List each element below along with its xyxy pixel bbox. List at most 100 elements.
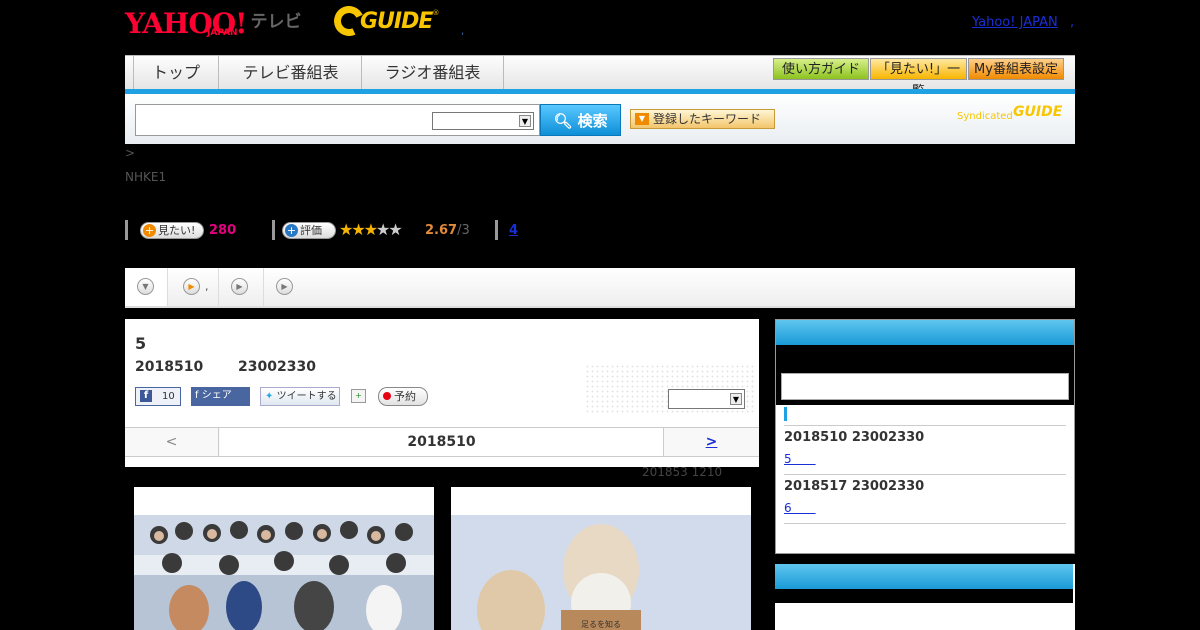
yahoo-japan-link[interactable]: Yahoo! JAPAN xyxy=(972,15,1058,30)
syndicated-gguide-logo: GUIDE xyxy=(1013,104,1063,120)
usage-guide-button[interactable]: 使い方ガイド xyxy=(773,58,869,80)
pager-prev[interactable]: < xyxy=(125,428,219,456)
chevron-down-icon: ▼ xyxy=(730,393,742,405)
header-separator: , xyxy=(461,26,465,37)
reserve-label: 予約 xyxy=(394,390,416,403)
sidebar-item-link[interactable]: 5 xyxy=(784,450,816,467)
chevron-down-icon: ▼ xyxy=(519,115,531,127)
divider xyxy=(125,220,128,240)
sidebar-accent-bar xyxy=(784,407,787,421)
nav-tab-tv-listings[interactable]: テレビ番組表 xyxy=(220,56,362,90)
sidebar-item-date: 2018517 23002330 xyxy=(784,479,925,494)
saved-keywords-button[interactable]: ▼ 登録したキーワード xyxy=(630,109,775,129)
rating-score-max: /3 xyxy=(457,223,470,238)
subtab-2[interactable]: ▶ , xyxy=(169,268,219,306)
calendar-add-icon[interactable]: + xyxy=(351,389,366,403)
program-date: 2018510 xyxy=(135,359,204,375)
gguide-logo[interactable]: GUIDE ® xyxy=(329,1,440,41)
header-comma: , xyxy=(1070,15,1075,30)
subtab-details[interactable]: ▼ xyxy=(125,268,168,306)
star-filled-icon: ★ xyxy=(351,220,365,239)
play-icon: ▶ xyxy=(183,278,200,295)
divider xyxy=(784,425,1066,426)
want-count: 280 xyxy=(209,223,237,238)
facebook-icon: f xyxy=(140,390,152,402)
star-empty-icon: ★ xyxy=(376,220,390,239)
subtab-4[interactable]: ▶ xyxy=(265,268,309,306)
divider xyxy=(784,474,1066,475)
star-filled-icon: ★ xyxy=(363,220,378,239)
rating-stars: ★★★★★ xyxy=(339,220,403,239)
facebook-share-button[interactable]: f シェア xyxy=(191,387,250,406)
twitter-icon: ✦ xyxy=(265,391,274,402)
divider xyxy=(495,220,498,240)
program-time: 23002330 xyxy=(238,359,316,375)
play-icon: ▶ xyxy=(276,278,293,295)
divider xyxy=(272,220,275,240)
my-listings-settings-button[interactable]: My番組表設定 xyxy=(968,58,1064,80)
sidebar-item-date: 2018510 23002330 xyxy=(784,430,925,445)
nav-tab-top[interactable]: トップ xyxy=(133,56,219,90)
review-count-link[interactable]: 4 xyxy=(509,223,518,238)
search-genre-select[interactable]: ▼ xyxy=(432,112,534,130)
star-empty-icon: ★ xyxy=(388,220,402,239)
episode-pager: < 2018510 > xyxy=(125,427,759,457)
pager-next[interactable]: > xyxy=(663,428,759,456)
facebook-icon: f xyxy=(195,390,202,401)
divider xyxy=(784,523,1066,524)
want-button[interactable]: + 見たい! xyxy=(140,222,204,239)
japan-logo-text: JAPAN xyxy=(207,28,238,38)
facebook-like-count: 10 xyxy=(162,391,175,402)
rate-button-label: 評価 xyxy=(300,224,322,237)
program-photo-1[interactable] xyxy=(134,487,434,630)
play-icon: ▶ xyxy=(231,278,248,295)
subtab-3[interactable]: ▶ xyxy=(220,268,264,306)
search-button-label: 検索 xyxy=(577,112,608,130)
pager-current-date: 2018510 xyxy=(220,428,663,456)
tweet-label: ツイートする xyxy=(276,391,337,402)
related-episodes-panel: 2018510 23002330 5 2018517 23002330 6 xyxy=(775,319,1075,554)
yahoo-japan-logo[interactable]: YAHOO! JAPAN テレビ xyxy=(125,4,301,44)
program-title: 5 xyxy=(135,334,147,353)
saved-keywords-label: 登録したキーワード xyxy=(653,112,762,126)
record-icon xyxy=(383,392,391,400)
search-button[interactable]: 🔍︎ 検索 xyxy=(540,104,621,136)
gguide-logo-text: GUIDE xyxy=(360,8,433,34)
tweet-button[interactable]: ✦ ツイートする xyxy=(260,387,340,406)
subtab-2-label: , xyxy=(205,280,209,293)
sidebar-dark-band xyxy=(775,589,1073,603)
facebook-like-button[interactable]: f 10 xyxy=(135,387,181,406)
breadcrumb[interactable]: > xyxy=(125,146,135,160)
sidebar-search-input[interactable] xyxy=(781,373,1069,400)
photo-sign-text: 足るを知る xyxy=(581,619,621,629)
tv-logo-text: テレビ xyxy=(250,11,302,32)
facebook-share-label: シェア xyxy=(201,390,232,401)
want-button-label: 見たい! xyxy=(158,224,196,237)
rating-score-value: 2.67 xyxy=(425,223,458,238)
want-list-button[interactable]: 「見たい!」一覧 xyxy=(870,58,967,99)
plus-icon: + xyxy=(143,224,156,237)
program-photo-2[interactable]: 足るを知る xyxy=(451,487,751,630)
search-icon: 🔍︎ xyxy=(553,112,573,130)
channel-name: NHKE1 xyxy=(125,170,167,184)
registered-mark: ® xyxy=(432,9,440,17)
star-filled-icon: ★ xyxy=(339,220,353,239)
sidebar-header xyxy=(775,564,1073,589)
program-panel: 5 2018510 23002330 f 10 f シェア ✦ ツイートする + … xyxy=(125,319,759,467)
search-bar: ▼ 🔍︎ 検索 ▼ 登録したキーワード Syndicated GUIDE xyxy=(125,94,1075,144)
syndicated-text: Syndicated xyxy=(957,111,1013,122)
reserve-button[interactable]: 予約 xyxy=(378,387,428,406)
last-updated: 201853 1210 xyxy=(642,465,723,479)
plus-icon: + xyxy=(285,224,298,237)
rating-score: 2.67/3 xyxy=(425,223,470,238)
rate-button[interactable]: + 評価 xyxy=(282,222,336,239)
triangle-down-icon: ▼ xyxy=(635,113,649,125)
rating-row: + 見たい! 280 + 評価 ★★★★★ 2.67/3 4 xyxy=(125,220,625,240)
sidebar-item-link[interactable]: 6 xyxy=(784,499,816,516)
studio-photo-1 xyxy=(134,515,434,630)
program-subtabs: ▼ ▶ , ▶ ▶ xyxy=(125,268,1075,308)
nav-tab-radio-listings[interactable]: ラジオ番組表 xyxy=(362,56,504,90)
chevron-down-icon: ▼ xyxy=(137,278,154,295)
sidebar-panel-2 xyxy=(775,564,1075,630)
program-action-select[interactable]: ▼ xyxy=(668,389,745,409)
